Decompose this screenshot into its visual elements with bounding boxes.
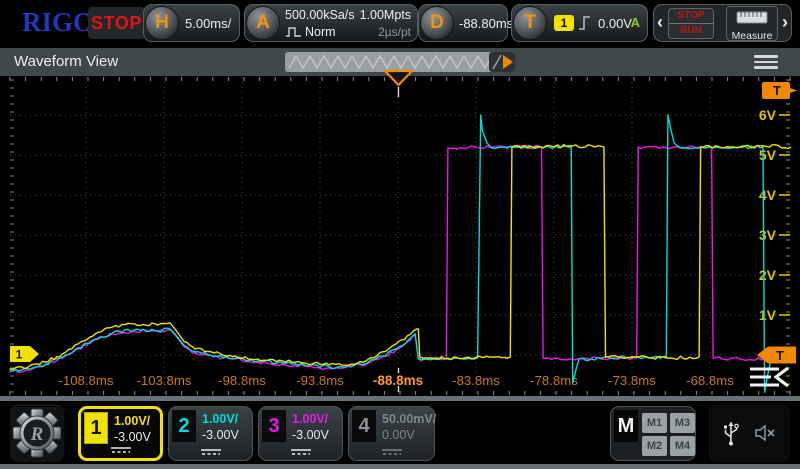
channel-2-badge: 2 — [172, 410, 196, 442]
channel-4-badge: 4 — [352, 410, 376, 442]
dc-coupling-icon — [381, 448, 403, 456]
channel-1-block[interactable]: 1 1.00V/ -3.00V — [78, 406, 163, 461]
channel-3-badge: 3 — [262, 410, 286, 442]
math-m2-button[interactable]: M2 — [642, 436, 667, 456]
channel-3-scale: 1.00V/ — [292, 412, 328, 426]
math-m3-button[interactable]: M3 — [670, 413, 695, 433]
volt-axis-label: 2V — [759, 267, 777, 283]
volt-axis-label: 3V — [759, 227, 777, 243]
oscilloscope-screen: RIGOL STOP H 5.00ms/ A 500.00kSa/s Norm … — [0, 0, 800, 469]
channel-3-offset: -3.00V — [292, 428, 329, 442]
gear-icon: R — [13, 408, 61, 458]
time-axis-label: -108.8ms — [59, 373, 114, 388]
bottom-channel-bar: R 1 1.00V/ -3.00V 2 1.00V/ -3.00V 3 1.00… — [0, 401, 800, 464]
channel-2-scale: 1.00V/ — [202, 412, 238, 426]
waveform-ch1 — [10, 145, 792, 370]
channel-2-offset: -3.00V — [202, 428, 239, 442]
channel-1-tag-label: 1 — [16, 348, 23, 362]
trigger-top-tag-label: T — [773, 84, 781, 98]
io-status-block — [708, 404, 790, 462]
channel-1-badge: 1 — [84, 412, 108, 444]
math-m1-button[interactable]: M1 — [642, 413, 667, 433]
channel-1-offset: -3.00V — [114, 430, 151, 444]
dc-coupling-icon — [110, 446, 132, 454]
waveform-ch2 — [10, 115, 792, 392]
time-axis-label: -98.8ms — [218, 373, 266, 388]
time-axis-label: -103.8ms — [137, 373, 192, 388]
channel-2-block[interactable]: 2 1.00V/ -3.00V — [168, 406, 253, 461]
math-block[interactable]: M M1 M3 M2 M4 — [610, 406, 696, 461]
math-m4-button[interactable]: M4 — [670, 436, 695, 456]
rigol-gear-button[interactable]: R — [10, 404, 64, 462]
time-axis-label: -78.8ms — [530, 373, 578, 388]
channel-3-block[interactable]: 3 1.00V/ -3.00V — [258, 406, 343, 461]
time-axis-label: -83.8ms — [452, 373, 500, 388]
waveform-ch3 — [10, 145, 792, 372]
time-axis-label: -73.8ms — [608, 373, 656, 388]
dc-coupling-icon — [290, 448, 312, 456]
screen-bottom-edge — [0, 464, 800, 469]
collapse-chevron-icon[interactable] — [776, 368, 788, 386]
trigger-position-triangle[interactable] — [385, 71, 412, 85]
channel-1-position-tag[interactable] — [10, 346, 39, 362]
svg-text:R: R — [30, 424, 44, 445]
volt-axis-label: 6V — [759, 107, 777, 123]
dc-coupling-icon — [200, 448, 222, 456]
trigger-level-tag-label: T — [776, 349, 784, 363]
time-axis-label: -88.8ms — [373, 373, 423, 388]
channel-4-scale: 50.00mV/ — [382, 412, 436, 426]
channel-1-scale: 1.00V/ — [114, 414, 150, 428]
volt-axis-label: 1V — [759, 307, 777, 323]
math-badge: M — [614, 410, 638, 442]
volt-axis-label: 5V — [759, 147, 777, 163]
sound-muted-icon — [753, 423, 777, 443]
channel-4-block[interactable]: 4 50.00mV/ 0.00V — [348, 406, 435, 461]
time-axis-label: -68.8ms — [686, 373, 734, 388]
channel-4-offset: 0.00V — [382, 428, 415, 442]
volt-axis-label: 4V — [759, 187, 777, 203]
usb-icon — [721, 420, 741, 446]
time-axis-label: -93.8ms — [296, 373, 344, 388]
